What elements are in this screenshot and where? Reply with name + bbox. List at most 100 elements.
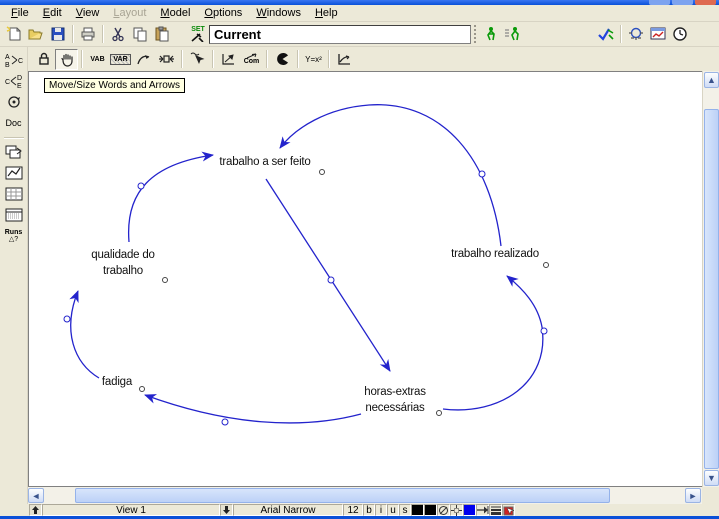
arrow-handle-horas-to-realizado[interactable] bbox=[541, 328, 547, 334]
arrow-width-button[interactable] bbox=[489, 504, 502, 516]
model-browser-button[interactable] bbox=[625, 23, 647, 45]
underline-button[interactable]: u bbox=[387, 504, 399, 516]
strike-button[interactable]: s bbox=[399, 504, 411, 516]
table-button[interactable] bbox=[2, 184, 26, 204]
arrow-handle-horas-to-fadiga[interactable] bbox=[222, 419, 228, 425]
arrow-handle-fadiga-to-qualidade[interactable] bbox=[64, 316, 70, 322]
menu-options[interactable]: Options bbox=[197, 6, 249, 20]
sketch-canvas[interactable]: Move/Size Words and Arrows trabalho a se… bbox=[28, 71, 702, 487]
move-size-tool-button[interactable] bbox=[55, 49, 78, 70]
causes-tree-button[interactable]: ABC bbox=[2, 50, 26, 70]
open-button[interactable] bbox=[25, 23, 47, 45]
dataset-value: Current bbox=[214, 27, 261, 42]
variable-handle-trabalho-a-ser-feito[interactable] bbox=[320, 170, 325, 175]
arrow-qualidade-to-feito[interactable] bbox=[129, 155, 213, 242]
text-color-swatch[interactable] bbox=[411, 504, 424, 516]
menu-file[interactable]: File bbox=[4, 6, 36, 20]
arrow-color-swatch[interactable] bbox=[463, 504, 476, 516]
variable-trabalho-realizado[interactable]: trabalho realizado bbox=[451, 246, 539, 262]
variable-handle-fadiga[interactable] bbox=[140, 387, 145, 392]
comment-tool-button[interactable]: Com bbox=[240, 49, 263, 70]
copy-button[interactable] bbox=[129, 23, 151, 45]
menu-view[interactable]: View bbox=[69, 6, 107, 20]
arrow-feito-to-horas[interactable] bbox=[266, 179, 390, 371]
vertical-scroll-thumb[interactable] bbox=[704, 109, 719, 469]
toolbar-separator bbox=[181, 50, 183, 68]
variable-handle-qualidade-do-trabalho[interactable] bbox=[163, 278, 168, 283]
scroll-left-button[interactable]: ◄ bbox=[28, 488, 44, 503]
rate-tool-button[interactable] bbox=[155, 49, 178, 70]
word-position-button[interactable] bbox=[450, 504, 463, 516]
view-selector[interactable]: View 1 bbox=[42, 504, 220, 516]
new-button[interactable] bbox=[3, 23, 25, 45]
arrow-style-button[interactable] bbox=[476, 504, 489, 516]
print-button[interactable] bbox=[77, 23, 99, 45]
runs-compare-button[interactable]: Runs△? bbox=[2, 226, 26, 246]
toolbar-separator bbox=[81, 50, 83, 68]
toolbar-grip bbox=[473, 25, 477, 43]
uses-tree-button[interactable]: CDE bbox=[2, 71, 26, 91]
variable-handle-trabalho-realizado[interactable] bbox=[544, 263, 549, 268]
comment-icon: Com bbox=[244, 53, 260, 65]
vertical-scrollbar[interactable]: ▲ ▼ bbox=[702, 71, 719, 487]
paste-button[interactable] bbox=[151, 23, 173, 45]
check-syntax-button[interactable] bbox=[595, 23, 617, 45]
merge-tool-button[interactable] bbox=[271, 49, 294, 70]
menu-bar: File Edit View Layout Model Options Wind… bbox=[0, 5, 719, 22]
arrow-horas-to-fadiga[interactable] bbox=[145, 395, 361, 423]
document-button[interactable]: Doc bbox=[2, 113, 26, 133]
italic-button[interactable]: i bbox=[375, 504, 387, 516]
menu-model[interactable]: Model bbox=[153, 6, 197, 20]
print-icon bbox=[80, 26, 96, 42]
box-variable-tool-button[interactable]: VAR bbox=[109, 49, 132, 70]
variable-horas-extras-necessarias[interactable]: horas-extrasnecessárias bbox=[364, 384, 426, 416]
arrow-horas-to-realizado[interactable] bbox=[443, 276, 543, 410]
causal-loop-diagram bbox=[29, 72, 702, 486]
output-windows-button[interactable] bbox=[647, 23, 669, 45]
arrow-fadiga-to-qualidade[interactable] bbox=[71, 291, 99, 378]
variable-trabalho-a-ser-feito[interactable]: trabalho a ser feito bbox=[219, 154, 310, 170]
lock-tool-button[interactable] bbox=[32, 49, 55, 70]
font-selector[interactable]: Arial Narrow bbox=[233, 504, 343, 516]
scroll-up-button[interactable]: ▲ bbox=[704, 72, 719, 88]
set-button[interactable]: SET bbox=[187, 23, 209, 45]
view-up-button[interactable] bbox=[29, 504, 42, 516]
shape-style-button[interactable] bbox=[437, 504, 450, 516]
scroll-down-button[interactable]: ▼ bbox=[704, 470, 719, 486]
variable-fadiga[interactable]: fadiga bbox=[102, 374, 132, 390]
horizontal-scroll-thumb[interactable] bbox=[75, 488, 610, 503]
menu-windows[interactable]: Windows bbox=[249, 6, 308, 20]
variable-tool-button[interactable]: VAB bbox=[86, 49, 109, 70]
run-simulation-button[interactable] bbox=[479, 23, 501, 45]
causes-strip-button[interactable] bbox=[2, 142, 26, 162]
arrow-handle-realizado-to-feito[interactable] bbox=[479, 171, 485, 177]
synthesim-button[interactable] bbox=[501, 23, 523, 45]
variable-handle-horas-extras-necessarias[interactable] bbox=[437, 411, 442, 416]
menu-edit[interactable]: Edit bbox=[36, 6, 69, 20]
arrow-realizado-to-feito[interactable] bbox=[280, 105, 501, 246]
scroll-right-button[interactable]: ► bbox=[685, 488, 701, 503]
arrow-handle-feito-to-horas[interactable] bbox=[328, 277, 334, 283]
input-output-tool-button[interactable] bbox=[217, 49, 240, 70]
reference-modes-tool-button[interactable] bbox=[333, 49, 356, 70]
view-down-button[interactable] bbox=[220, 504, 233, 516]
control-panel-button[interactable] bbox=[669, 23, 691, 45]
arrow-tool-button[interactable] bbox=[132, 49, 155, 70]
font-size-selector[interactable]: 12 bbox=[343, 504, 363, 516]
polarity-marker-button[interactable] bbox=[502, 504, 515, 516]
shape-color-swatch[interactable] bbox=[424, 504, 437, 516]
variable-qualidade-do-trabalho[interactable]: qualidade dotrabalho bbox=[91, 247, 154, 279]
equations-tool-button[interactable]: Y=x² bbox=[302, 49, 325, 70]
arrow-handle-qualidade-to-feito[interactable] bbox=[138, 183, 144, 189]
analysis-toolbar: ABC CDE Doc Runs△? bbox=[0, 47, 28, 504]
menu-help[interactable]: Help bbox=[308, 6, 345, 20]
dataset-field[interactable]: Current bbox=[209, 25, 471, 44]
loops-button[interactable] bbox=[2, 92, 26, 112]
horizontal-scrollbar[interactable]: ◄ ► bbox=[28, 487, 702, 504]
table-time-down-button[interactable] bbox=[2, 205, 26, 225]
save-button[interactable] bbox=[47, 23, 69, 45]
cut-button[interactable] bbox=[107, 23, 129, 45]
delete-tool-button[interactable] bbox=[186, 49, 209, 70]
bold-button[interactable]: b bbox=[363, 504, 375, 516]
graph-button[interactable] bbox=[2, 163, 26, 183]
